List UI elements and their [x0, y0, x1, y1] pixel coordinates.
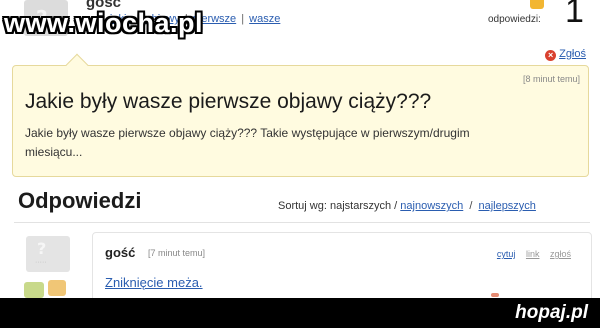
answers-heading: Odpowiedzi	[18, 188, 142, 213]
thumb-up-icon[interactable]	[24, 282, 44, 298]
sort-options: Sortuj wg: najstarszych / najnowszych / …	[278, 200, 536, 212]
reply-author-avatar: ? ·····	[26, 236, 70, 272]
tag-link-wasze[interactable]: wasze	[249, 13, 280, 25]
report-x-icon: ×	[545, 50, 557, 61]
hopaj-watermark: hopaj.pl	[515, 302, 588, 323]
reaction-mark-icon	[491, 293, 499, 297]
answers-count: 1	[565, 0, 584, 30]
sort-prefix: Sortuj wg: najstarszych /	[278, 200, 398, 212]
thumb-down-icon[interactable]	[48, 280, 66, 296]
reply-timestamp: [7 minut temu]	[148, 248, 206, 258]
sort-newest-link[interactable]: najnowszych	[400, 200, 463, 212]
answers-count-label: odpowiedzi:	[488, 14, 541, 25]
sort-best-link[interactable]: najlepszych	[478, 200, 535, 212]
question-timestamp: [8 minut temu]	[522, 74, 580, 84]
gold-badge-icon	[530, 0, 544, 9]
question-panel-pointer	[65, 53, 89, 77]
reply-text[interactable]: Zniknięcie meża.	[105, 275, 203, 290]
report-question-button[interactable]: × Zgłoś	[545, 48, 586, 61]
report-reply-link[interactable]: zgłoś	[550, 249, 571, 259]
quote-link[interactable]: cytuj	[497, 249, 516, 259]
question-panel: [8 minut temu] Jakie były wasze pierwsze…	[12, 53, 589, 177]
section-divider	[14, 222, 590, 223]
sort-separator: /	[469, 200, 473, 212]
permalink-link[interactable]: link	[526, 249, 540, 259]
reply-author[interactable]: gość	[105, 245, 135, 260]
avatar-caption: ·····	[35, 259, 47, 266]
report-question-label: Zgłoś	[559, 48, 586, 60]
wiocha-watermark: www.wiocha.pl	[4, 8, 204, 38]
tag-separator: |	[241, 13, 245, 25]
footer-bar	[0, 298, 600, 328]
question-body: Jakie były wasze pierwsze objawy ciąży??…	[25, 126, 470, 159]
question-title: Jakie były wasze pierwsze objawy ciąży??…	[25, 90, 432, 113]
question-mark-avatar-icon: ?	[37, 239, 47, 258]
reply-actions: cytuj link zgłoś	[489, 249, 571, 259]
